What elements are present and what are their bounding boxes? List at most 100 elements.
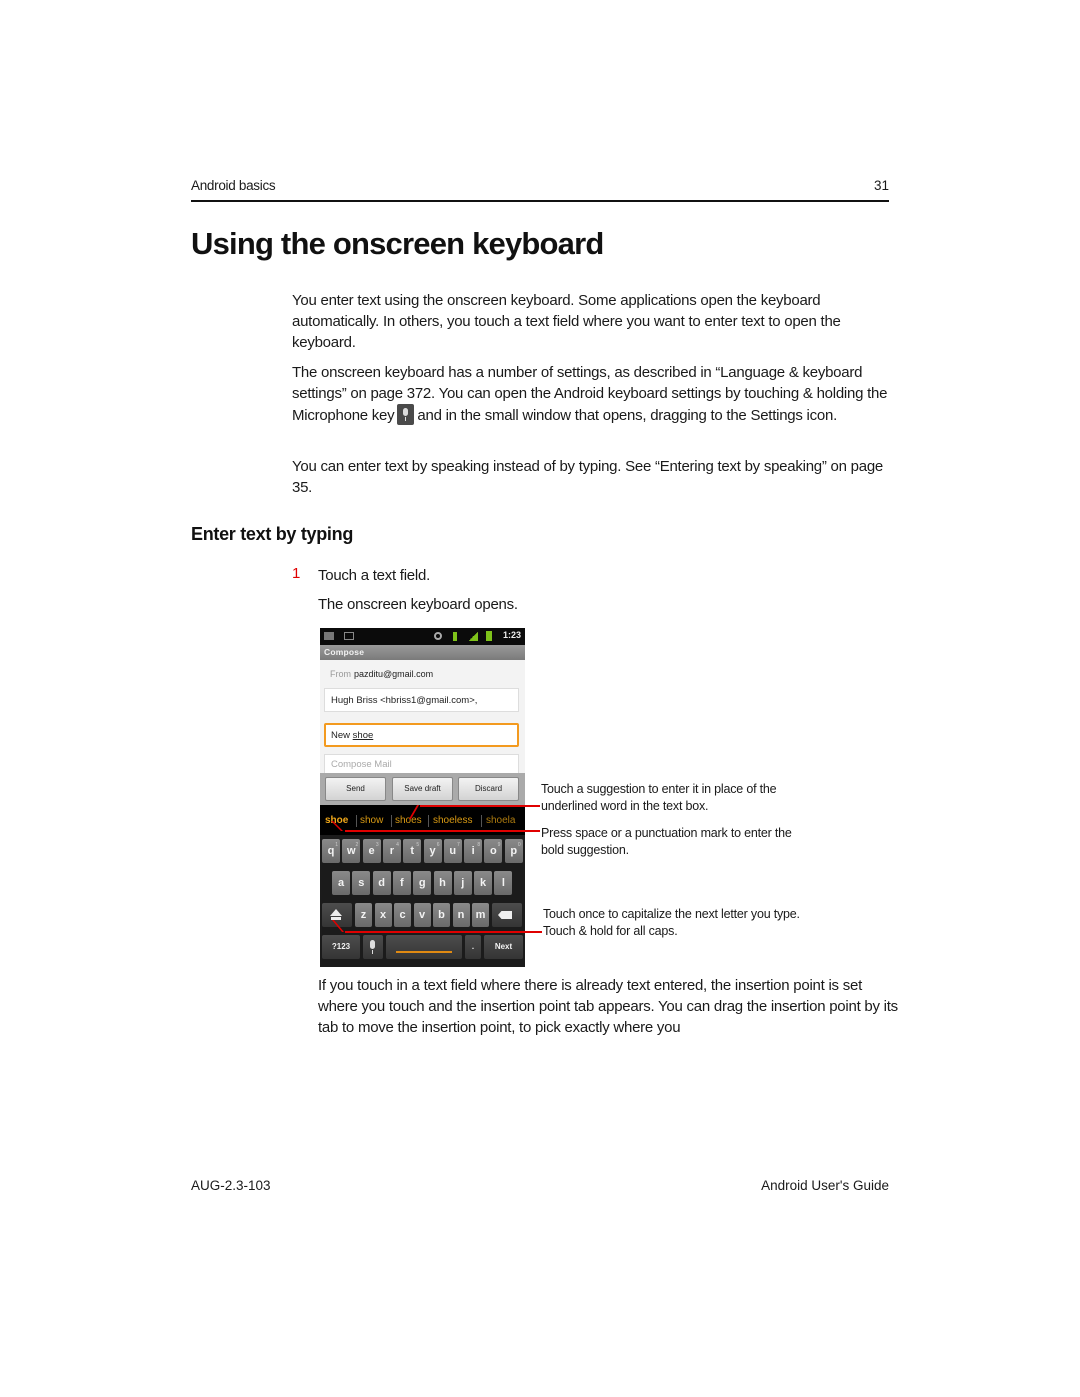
key-label: o <box>490 845 497 857</box>
key-label: w <box>347 845 356 857</box>
callout-shift: Touch once to capitalize the next letter… <box>543 907 800 938</box>
mail-notification-icon <box>324 632 334 640</box>
key-m[interactable]: m <box>472 903 489 927</box>
key-e[interactable]: e3 <box>362 839 381 863</box>
backspace-icon <box>498 911 512 919</box>
microphone-icon <box>370 940 375 949</box>
space-key[interactable] <box>386 935 462 959</box>
suggestion-divider <box>481 815 482 827</box>
key-d[interactable]: d <box>372 871 391 895</box>
compose-mail-field[interactable]: Compose Mail <box>324 754 519 774</box>
microphone-stem-icon <box>372 950 373 954</box>
key-k[interactable]: k <box>474 871 493 895</box>
settings-paragraph: The onscreen keyboard has a number of se… <box>292 362 892 426</box>
step-text: Touch a text field. <box>318 567 430 584</box>
key-i[interactable]: i8 <box>464 839 483 863</box>
status-bar: 1:23 <box>320 628 525 645</box>
key-hint: 6 <box>436 842 440 848</box>
key-label: r <box>389 845 395 857</box>
to-field[interactable]: Hugh Briss <hbriss1@gmail.com>, <box>324 688 519 712</box>
key-hint: 0 <box>517 842 521 848</box>
page-number: 31 <box>873 178 889 193</box>
guide-title: Android User's Guide <box>761 1178 889 1193</box>
suggestion-divider <box>391 815 392 827</box>
from-label: From <box>330 669 351 679</box>
save-draft-button[interactable]: Save draft <box>392 777 453 801</box>
suggestion-item[interactable]: shoeless <box>433 815 472 826</box>
discard-button[interactable]: Discard <box>458 777 519 801</box>
key-label: i <box>471 845 475 857</box>
suggestion-divider <box>428 815 429 827</box>
key-n[interactable]: n <box>452 903 470 927</box>
callout-space: Press space or a punctuation mark to ent… <box>541 826 792 857</box>
key-hint: 4 <box>396 842 399 848</box>
subject-underlined-word: shoe <box>352 730 374 741</box>
intro-paragraph: You enter text using the onscreen keyboa… <box>292 292 841 351</box>
onscreen-keyboard: q1w2e3r4t5y6u7i8o9p0 asdfghjkl zxcvbnm ?… <box>320 835 525 967</box>
key-x[interactable]: x <box>374 903 392 927</box>
key-label: u <box>449 845 457 857</box>
document-id: AUG-2.3-103 <box>191 1178 271 1193</box>
key-t[interactable]: t5 <box>403 839 422 863</box>
suggestion-item[interactable]: show <box>360 815 383 826</box>
key-b[interactable]: b <box>433 903 450 927</box>
key-r[interactable]: r4 <box>382 839 401 863</box>
key-v[interactable]: v <box>413 903 431 927</box>
suggestion-item[interactable]: shoela <box>486 815 515 826</box>
key-label: q <box>327 845 335 857</box>
speaking-paragraph: You can enter text by speaking instead o… <box>292 458 884 496</box>
key-s[interactable]: s <box>352 871 371 895</box>
symbols-key[interactable]: ?123 <box>322 935 360 959</box>
key-q[interactable]: q1 <box>322 839 340 863</box>
key-w[interactable]: w2 <box>342 839 361 863</box>
period-key[interactable]: . <box>465 935 481 959</box>
key-hint: 2 <box>355 842 359 848</box>
callout-suggestion: Touch a suggestion to enter it in place … <box>541 782 777 813</box>
page-title: Using the onscreen keyboard <box>191 226 604 261</box>
microphone-key-icon <box>397 404 415 425</box>
key-c[interactable]: c <box>394 903 411 927</box>
key-f[interactable]: f <box>392 871 411 895</box>
space-bar-indicator <box>396 951 452 953</box>
key-hint: 1 <box>335 842 338 848</box>
compose-form: From pazditu@gmail.com Hugh Briss <hbriss… <box>320 660 525 774</box>
key-label: e <box>368 845 375 857</box>
key-hint: 8 <box>477 842 481 848</box>
shift-arrow-icon <box>330 909 342 916</box>
subject-field[interactable]: New shoe <box>324 723 519 747</box>
app-bar: Compose <box>320 645 525 660</box>
key-hint: 9 <box>497 842 501 848</box>
key-j[interactable]: j <box>453 871 472 895</box>
key-u[interactable]: u7 <box>443 839 462 863</box>
key-y[interactable]: y6 <box>423 839 442 863</box>
usb-icon <box>453 632 457 641</box>
key-o[interactable]: o9 <box>484 839 503 863</box>
key-z[interactable]: z <box>355 903 372 927</box>
section-heading: Enter text by typing <box>191 524 354 544</box>
callout-line-suggestion <box>420 805 540 807</box>
step-number: 1 <box>292 565 301 582</box>
next-key[interactable]: Next <box>484 935 523 959</box>
suggestion-item[interactable]: shoes <box>395 815 422 826</box>
key-hint: 5 <box>416 842 420 848</box>
battery-icon <box>486 631 492 641</box>
microphone-key[interactable] <box>363 935 383 959</box>
send-button[interactable]: Send <box>325 777 386 801</box>
notification-icon <box>344 632 354 640</box>
key-p[interactable]: p0 <box>504 839 523 863</box>
key-a[interactable]: a <box>332 871 350 895</box>
delete-key[interactable] <box>492 903 522 927</box>
key-label: p <box>510 845 518 857</box>
key-h[interactable]: h <box>433 871 452 895</box>
key-hint: 3 <box>375 842 379 848</box>
gps-icon <box>434 632 442 640</box>
key-label: t <box>410 845 415 857</box>
key-l[interactable]: l <box>494 871 513 895</box>
suggestion-divider <box>356 815 357 827</box>
status-time: 1:23 <box>502 630 521 640</box>
signal-icon <box>468 632 478 641</box>
key-g[interactable]: g <box>413 871 432 895</box>
insertion-point-paragraph: If you touch in a text field where there… <box>318 977 898 1036</box>
from-row: From pazditu@gmail.com <box>330 669 433 679</box>
settings-text-after: and in the small window that opens, drag… <box>417 407 837 424</box>
